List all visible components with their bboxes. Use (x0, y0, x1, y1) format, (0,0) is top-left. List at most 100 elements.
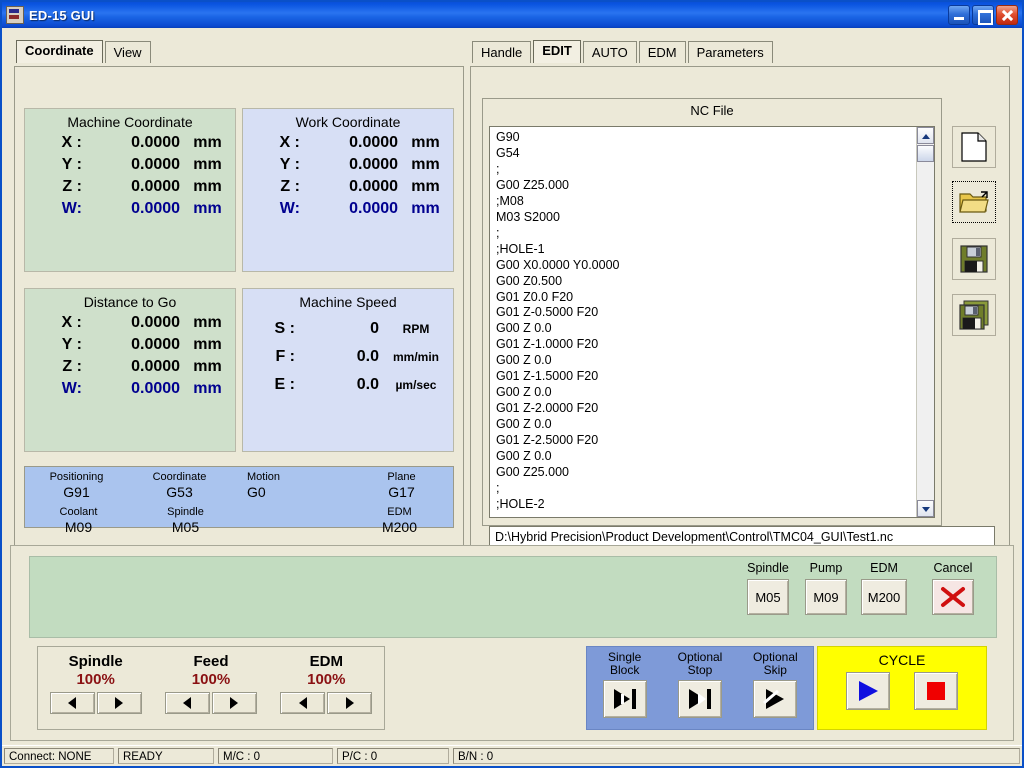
override-percent: 100% (191, 671, 231, 688)
status-pc: P/C : 0 (337, 748, 449, 764)
override-label: Feed (193, 653, 229, 670)
speed-value: 0.0 (356, 348, 379, 365)
optional-stop-group: Optional Stop (662, 647, 737, 729)
tab-handle[interactable]: Handle (472, 41, 532, 63)
modal-spacer (239, 502, 346, 537)
optional-skip-label-2: Skip (763, 663, 787, 677)
axis-unit: mm (193, 336, 222, 353)
work-coord-row-x: X : 0.0000 mm (243, 134, 453, 152)
axis-label: X : (279, 134, 300, 151)
mcode-edm-group: EDM M200 (856, 561, 912, 615)
axis-label: W: (61, 380, 82, 397)
status-bn: B/N : 0 (453, 748, 1020, 764)
axis-value: 0.0000 (131, 336, 181, 353)
modal-spindle: Spindle M05 (132, 502, 239, 537)
work-coordinate-title: Work Coordinate (295, 114, 401, 130)
axis-label: Y : (279, 156, 300, 173)
modal-value: G17 (388, 484, 415, 500)
modal-coordinate: Coordinate G53 (128, 467, 231, 502)
speed-row-e: E : 0.0 µm/sec (243, 376, 453, 394)
chevron-up-icon (922, 134, 930, 139)
mcode-pump-label: Pump (809, 561, 843, 575)
modal-plane: Plane G17 (350, 467, 453, 502)
close-button[interactable] (996, 5, 1018, 25)
block-mode-panel: Single Block Optional Stop Optional Skip (586, 646, 814, 730)
arrow-right-icon (115, 697, 124, 709)
mcode-pump-button[interactable]: M09 (805, 579, 847, 615)
speed-label: F : (275, 348, 295, 365)
nc-file-scrollbar[interactable] (916, 127, 934, 517)
open-folder-icon (959, 191, 989, 213)
arrow-left-icon (68, 697, 77, 709)
optional-skip-button[interactable] (753, 680, 798, 718)
mcode-spindle-group: Spindle M05 (740, 561, 796, 615)
scrollbar-thumb[interactable] (917, 145, 934, 162)
dtg-row-y: Y : 0.0000 mm (25, 336, 235, 354)
mcode-edm-button[interactable]: M200 (861, 579, 907, 615)
axis-unit: mm (193, 178, 222, 195)
minimize-button[interactable] (948, 5, 970, 25)
mcode-cancel-group: Cancel (924, 561, 982, 615)
machine-coordinate-panel: Machine Coordinate X : 0.0000 mm Y : 0.0… (24, 108, 236, 272)
new-file-button[interactable] (952, 126, 996, 168)
cycle-buttons (818, 672, 986, 710)
axis-unit: mm (193, 314, 222, 331)
machine-coord-row-y: Y : 0.0000 mm (25, 156, 235, 174)
override-percent: 100% (307, 671, 346, 688)
modal-key: Coordinate (152, 471, 207, 483)
save-file-button[interactable] (952, 238, 996, 280)
edm-override-decrease[interactable] (280, 692, 326, 714)
scroll-down-button[interactable] (917, 500, 934, 517)
axis-label: W: (61, 200, 82, 217)
feed-override-decrease[interactable] (164, 692, 210, 714)
machine-speed-title: Machine Speed (299, 294, 397, 310)
modal-value: G53 (166, 484, 193, 500)
override-arrows (269, 692, 384, 714)
override-spindle: Spindle 100% (38, 647, 153, 729)
edm-override-increase[interactable] (327, 692, 373, 714)
modal-key: Positioning (49, 471, 104, 483)
cycle-stop-button[interactable] (914, 672, 958, 710)
tab-parameters[interactable]: Parameters (687, 41, 773, 63)
axis-label: Z : (62, 358, 82, 375)
open-file-button[interactable] (952, 181, 996, 223)
machine-coordinate-title: Machine Coordinate (67, 114, 193, 130)
nc-file-editor[interactable]: G90 G54 ; G00 Z25.000 ;M08 M03 S2000 ; ;… (489, 126, 935, 518)
app-icon (6, 6, 24, 24)
red-x-icon (941, 587, 965, 607)
maximize-button[interactable] (972, 5, 994, 25)
feed-override-increase[interactable] (211, 692, 257, 714)
modal-motion: Motion G0 (231, 467, 350, 502)
tab-coordinate[interactable]: Coordinate (16, 40, 103, 63)
mcode-spindle-button[interactable]: M05 (747, 579, 789, 615)
nc-file-text[interactable]: G90 G54 ; G00 Z25.000 ;M08 M03 S2000 ; ;… (490, 127, 916, 517)
tab-view[interactable]: View (104, 41, 151, 63)
save-as-file-button[interactable] (952, 294, 996, 336)
tab-auto[interactable]: AUTO (582, 41, 637, 63)
modal-edm: EDM M200 (346, 502, 453, 537)
speed-row-s: S : 0 RPM (243, 320, 453, 338)
optional-stop-button[interactable] (677, 680, 722, 718)
cancel-button[interactable] (932, 579, 974, 615)
cycle-start-button[interactable] (846, 672, 890, 710)
axis-value: 0.0000 (131, 178, 181, 195)
scroll-up-button[interactable] (917, 127, 934, 144)
axis-value: 0.0000 (131, 156, 181, 173)
single-block-button[interactable] (602, 680, 647, 718)
tab-edm[interactable]: EDM (638, 41, 686, 63)
single-block-icon (613, 689, 636, 709)
spindle-override-decrease[interactable] (49, 692, 95, 714)
override-feed: Feed 100% (153, 647, 268, 729)
tab-edit[interactable]: EDIT (533, 40, 581, 63)
axis-label: W: (279, 200, 300, 217)
axis-value: 0.0000 (131, 380, 181, 397)
axis-value: 0.0000 (131, 200, 181, 217)
work-coordinate-panel: Work Coordinate X : 0.0000 mm Y : 0.0000… (242, 108, 454, 272)
spindle-override-increase[interactable] (96, 692, 142, 714)
axis-value: 0.0000 (349, 200, 399, 217)
speed-label: E : (274, 376, 295, 393)
override-panel: Spindle 100% Feed 100% EDM 100% (37, 646, 385, 730)
window-controls (948, 5, 1020, 25)
window-title: ED-15 GUI (29, 7, 95, 23)
axis-unit: mm (193, 380, 222, 397)
